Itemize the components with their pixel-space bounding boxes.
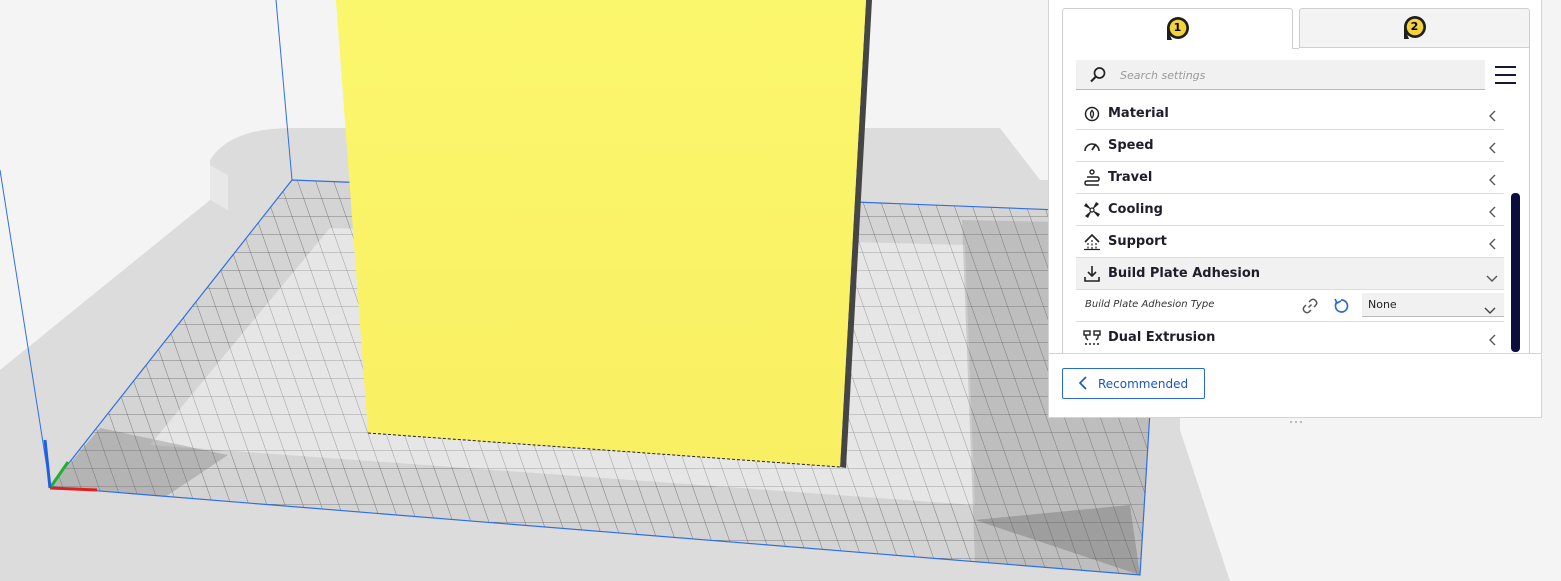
hamburger-menu-icon [1495, 66, 1516, 84]
category-label: Build Plate Adhesion [1108, 266, 1261, 281]
travel-icon [1082, 168, 1102, 188]
chevron-left-icon [1488, 331, 1498, 350]
scrollbar-thumb[interactable] [1511, 193, 1520, 352]
settings-menu-button[interactable] [1494, 64, 1518, 86]
recommended-button-label: Recommended [1098, 376, 1189, 391]
category-material[interactable]: Material [1076, 98, 1504, 130]
material-icon [1082, 104, 1102, 124]
chevron-left-icon [1488, 171, 1498, 190]
chevron-left-icon [1488, 139, 1498, 158]
extruder-2-icon: 2 [1402, 15, 1428, 41]
select-value: None [1368, 298, 1397, 311]
3d-model[interactable] [336, 0, 872, 468]
panel-divider [1049, 353, 1541, 354]
extruder-2-number: 2 [1410, 20, 1419, 33]
category-cooling[interactable]: Cooling [1076, 194, 1504, 226]
category-support[interactable]: Support [1076, 226, 1504, 258]
search-input[interactable] [1120, 65, 1470, 85]
category-label: Support [1108, 234, 1167, 249]
settings-area: Material Speed Travel Cooling [1062, 48, 1530, 354]
setting-row-build-plate-adhesion-type: Build Plate Adhesion Type None [1076, 290, 1504, 322]
search-box[interactable] [1076, 60, 1485, 90]
category-travel[interactable]: Travel [1076, 162, 1504, 194]
print-settings-panel: 1 2 Search settings Material Speed Trave… [1048, 0, 1542, 423]
panel-resize-handle[interactable] [1289, 410, 1303, 423]
chevron-left-icon [1488, 107, 1498, 126]
category-label: Dual Extrusion [1108, 330, 1216, 345]
link-icon[interactable] [1301, 297, 1319, 319]
build-plate-adhesion-icon [1082, 264, 1102, 284]
category-label: Cooling [1108, 202, 1163, 217]
category-build-plate-adhesion[interactable]: Build Plate Adhesion [1076, 258, 1504, 290]
settings-scrollbar[interactable] [1511, 193, 1520, 353]
search-icon [1089, 66, 1107, 88]
dual-extrusion-icon [1082, 328, 1102, 348]
extruder-tab-2[interactable]: 2 [1299, 8, 1530, 48]
chevron-down-icon [1484, 300, 1496, 319]
extruder-1-icon: 1 [1165, 16, 1191, 42]
category-label: Speed [1108, 138, 1154, 153]
build-plate-adhesion-type-select[interactable]: None [1362, 293, 1504, 317]
setting-label: Build Plate Adhesion Type [1085, 299, 1215, 310]
chevron-left-icon [1078, 375, 1088, 394]
extruder-tab-1[interactable]: 1 [1062, 8, 1293, 49]
support-icon [1082, 232, 1102, 252]
chevron-left-icon [1488, 203, 1498, 222]
chevron-down-icon [1486, 269, 1498, 288]
recommended-mode-button[interactable]: Recommended [1062, 368, 1205, 399]
cooling-fan-icon [1082, 200, 1102, 220]
reset-to-default-icon[interactable] [1332, 297, 1350, 319]
extruder-1-number: 1 [1173, 21, 1182, 34]
speed-icon [1082, 136, 1102, 156]
category-label: Material [1108, 106, 1169, 121]
category-speed[interactable]: Speed [1076, 130, 1504, 162]
category-label: Travel [1108, 170, 1153, 185]
chevron-left-icon [1488, 235, 1498, 254]
category-dual-extrusion[interactable]: Dual Extrusion [1076, 322, 1504, 354]
